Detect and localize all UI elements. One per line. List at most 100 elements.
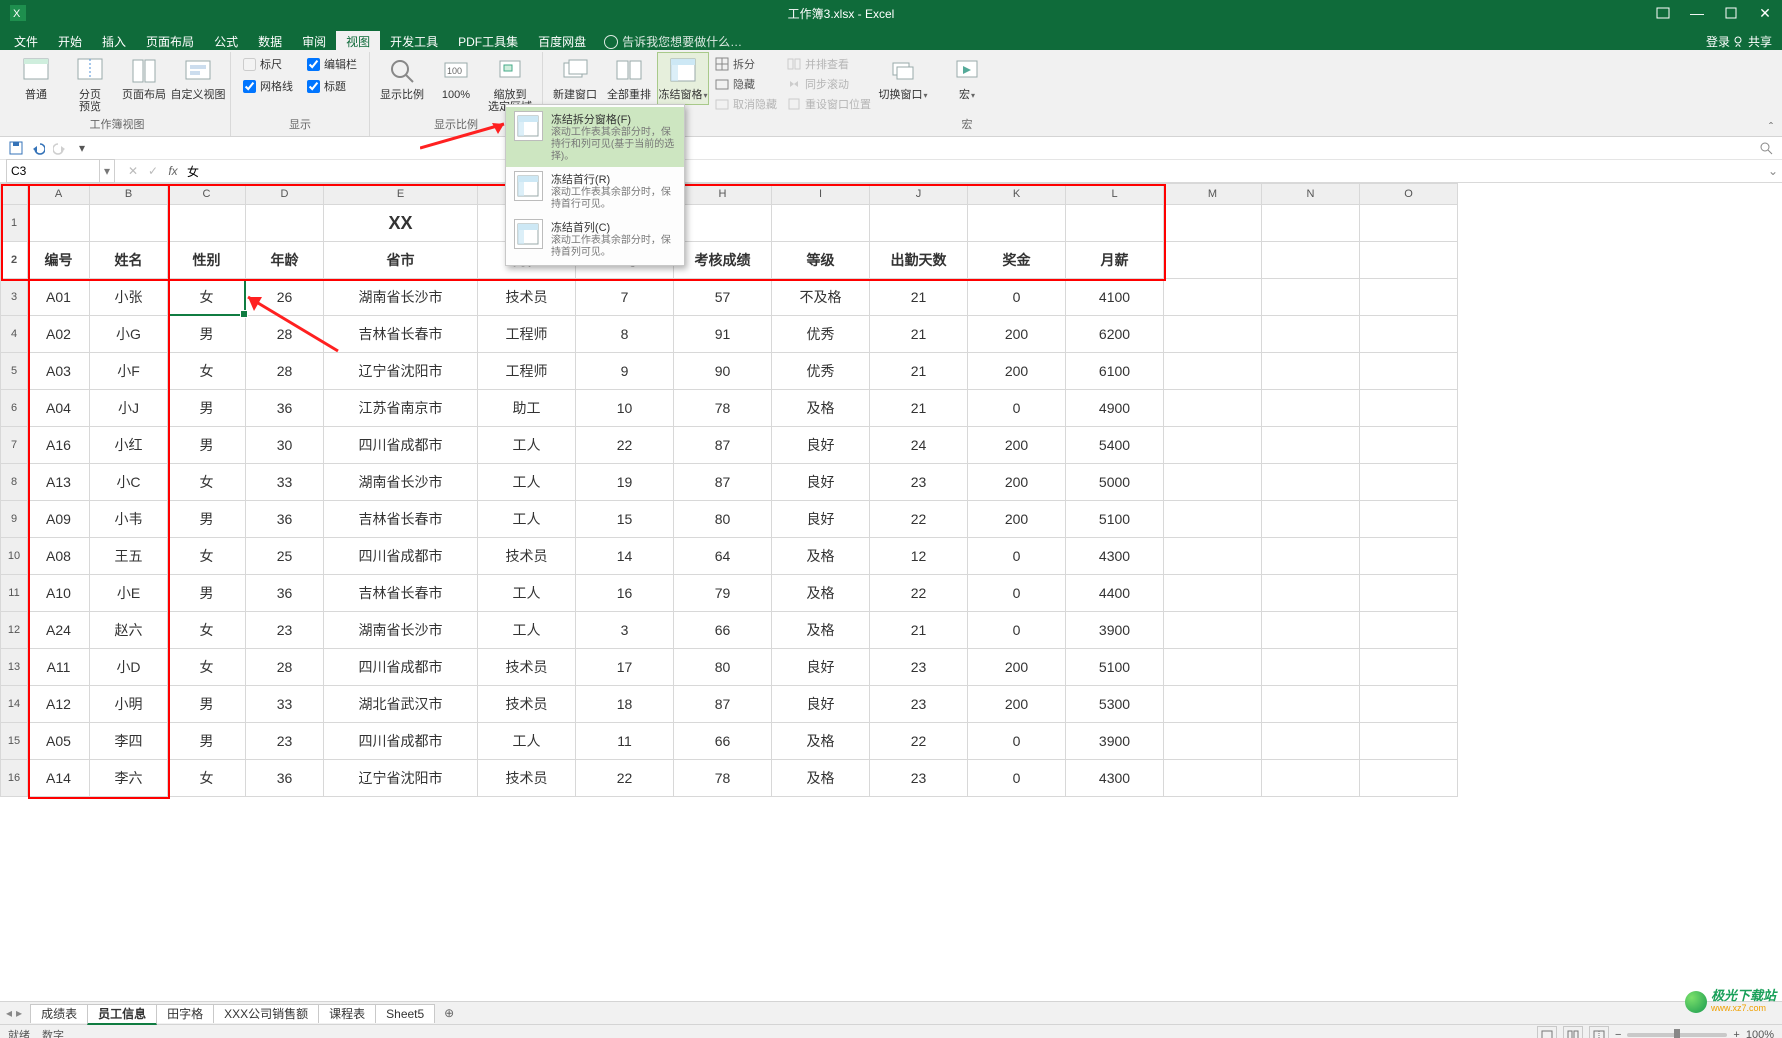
normal-view-icon[interactable] <box>1537 1026 1557 1038</box>
cell[interactable]: 湖南省长沙市 <box>324 464 478 501</box>
new-sheet-icon[interactable]: ⊕ <box>440 1006 458 1020</box>
cell[interactable]: 19 <box>576 464 674 501</box>
zoom-button[interactable]: 显示比例 <box>376 52 428 104</box>
row-header[interactable]: 9 <box>1 501 28 538</box>
cell[interactable] <box>1164 501 1262 538</box>
cell[interactable]: 李六 <box>90 760 168 797</box>
cell[interactable] <box>1360 353 1458 390</box>
tell-me-box[interactable]: 告诉我您想要做什么… <box>604 33 742 50</box>
cell[interactable]: 22 <box>870 575 968 612</box>
find-icon[interactable] <box>1758 140 1774 156</box>
cell[interactable]: A12 <box>28 686 90 723</box>
row-header[interactable]: 16 <box>1 760 28 797</box>
cell[interactable] <box>1262 612 1360 649</box>
cell[interactable]: 6200 <box>1066 316 1164 353</box>
row-header[interactable]: 1 <box>1 205 28 242</box>
cell[interactable]: 小张 <box>90 279 168 316</box>
cell[interactable]: 优秀 <box>772 316 870 353</box>
cell[interactable] <box>1360 205 1458 242</box>
cell[interactable] <box>674 205 772 242</box>
cell[interactable] <box>1262 316 1360 353</box>
cell[interactable] <box>1360 575 1458 612</box>
minimize-icon[interactable]: — <box>1680 0 1714 26</box>
cell[interactable] <box>1262 760 1360 797</box>
sheet-tab[interactable]: 田字格 <box>156 1004 214 1023</box>
cell[interactable]: 及格 <box>772 390 870 427</box>
cell[interactable]: 技术员 <box>478 538 576 575</box>
cell[interactable]: 3900 <box>1066 612 1164 649</box>
cell[interactable]: 良好 <box>772 649 870 686</box>
cell[interactable]: 200 <box>968 316 1066 353</box>
row-header[interactable]: 11 <box>1 575 28 612</box>
cell[interactable]: 李四 <box>90 723 168 760</box>
insert-function-icon[interactable]: fx <box>163 164 183 178</box>
cell[interactable]: 4400 <box>1066 575 1164 612</box>
gridlines-checkbox[interactable]: 网格线 <box>243 78 293 94</box>
redo-icon[interactable] <box>52 140 68 156</box>
cell[interactable]: 小F <box>90 353 168 390</box>
column-header[interactable]: O <box>1360 184 1458 205</box>
cell[interactable]: 女 <box>168 760 246 797</box>
cell[interactable]: 18 <box>576 686 674 723</box>
cell[interactable]: 91 <box>674 316 772 353</box>
cell[interactable]: 22 <box>576 427 674 464</box>
cell[interactable]: A03 <box>28 353 90 390</box>
cell[interactable] <box>1262 242 1360 279</box>
cell[interactable]: 21 <box>870 390 968 427</box>
cell[interactable]: 四川省成都市 <box>324 649 478 686</box>
headings-checkbox[interactable]: 标题 <box>307 78 357 94</box>
enter-formula-icon[interactable]: ✓ <box>143 164 163 178</box>
cell[interactable] <box>1262 390 1360 427</box>
cell[interactable] <box>1360 612 1458 649</box>
cell[interactable]: 吉林省长春市 <box>324 575 478 612</box>
formula-input[interactable] <box>183 162 1764 180</box>
cell[interactable] <box>1360 649 1458 686</box>
sheet-tab[interactable]: 员工信息 <box>87 1004 157 1025</box>
custom-views-button[interactable]: 自定义视图 <box>172 52 224 104</box>
cell[interactable] <box>1360 464 1458 501</box>
cell[interactable]: 22 <box>870 723 968 760</box>
cell[interactable] <box>1164 612 1262 649</box>
cell[interactable]: 23 <box>870 686 968 723</box>
row-header[interactable]: 2 <box>1 242 28 279</box>
cell[interactable]: 36 <box>246 501 324 538</box>
cell[interactable] <box>1360 760 1458 797</box>
row-header[interactable]: 12 <box>1 612 28 649</box>
freeze-panes-button[interactable]: 冻结窗格▾ <box>657 52 709 105</box>
cell[interactable] <box>1360 538 1458 575</box>
cell[interactable] <box>1066 205 1164 242</box>
cell[interactable]: 四川省成都市 <box>324 538 478 575</box>
cell[interactable]: 出勤天数 <box>870 242 968 279</box>
cell[interactable]: 14 <box>576 538 674 575</box>
cell[interactable]: 及格 <box>772 723 870 760</box>
freeze-menu-item[interactable]: 冻结拆分窗格(F)滚动工作表其余部分时，保持行和列可见(基于当前的选择)。 <box>506 107 684 167</box>
cell[interactable]: 及格 <box>772 575 870 612</box>
cell[interactable]: 87 <box>674 686 772 723</box>
cell[interactable]: 80 <box>674 501 772 538</box>
cell[interactable] <box>1360 279 1458 316</box>
cell[interactable] <box>1164 242 1262 279</box>
close-icon[interactable]: ✕ <box>1748 0 1782 26</box>
row-header[interactable]: 7 <box>1 427 28 464</box>
cell[interactable] <box>870 205 968 242</box>
cell[interactable]: 男 <box>168 575 246 612</box>
cell[interactable]: 小红 <box>90 427 168 464</box>
sheet-nav-prev-icon[interactable]: ◂ <box>6 1006 12 1020</box>
cell[interactable]: A02 <box>28 316 90 353</box>
spreadsheet-grid[interactable]: ABCDEFGHIJKLMNO1XX2编号姓名性别年龄省市岗位工号考核成绩等级出… <box>0 183 1782 1001</box>
share-button[interactable]: 共享 <box>1734 33 1772 50</box>
row-header[interactable]: 8 <box>1 464 28 501</box>
cell[interactable]: 湖南省长沙市 <box>324 612 478 649</box>
cell[interactable]: 女 <box>168 538 246 575</box>
cell[interactable] <box>28 205 90 242</box>
cell[interactable]: 湖北省武汉市 <box>324 686 478 723</box>
cell[interactable]: 200 <box>968 427 1066 464</box>
cell[interactable] <box>1360 501 1458 538</box>
cell[interactable]: 小E <box>90 575 168 612</box>
cell[interactable]: 25 <box>246 538 324 575</box>
cell[interactable]: 良好 <box>772 501 870 538</box>
row-header[interactable]: 3 <box>1 279 28 316</box>
column-header[interactable]: J <box>870 184 968 205</box>
cell[interactable]: 男 <box>168 501 246 538</box>
cell[interactable] <box>1360 723 1458 760</box>
